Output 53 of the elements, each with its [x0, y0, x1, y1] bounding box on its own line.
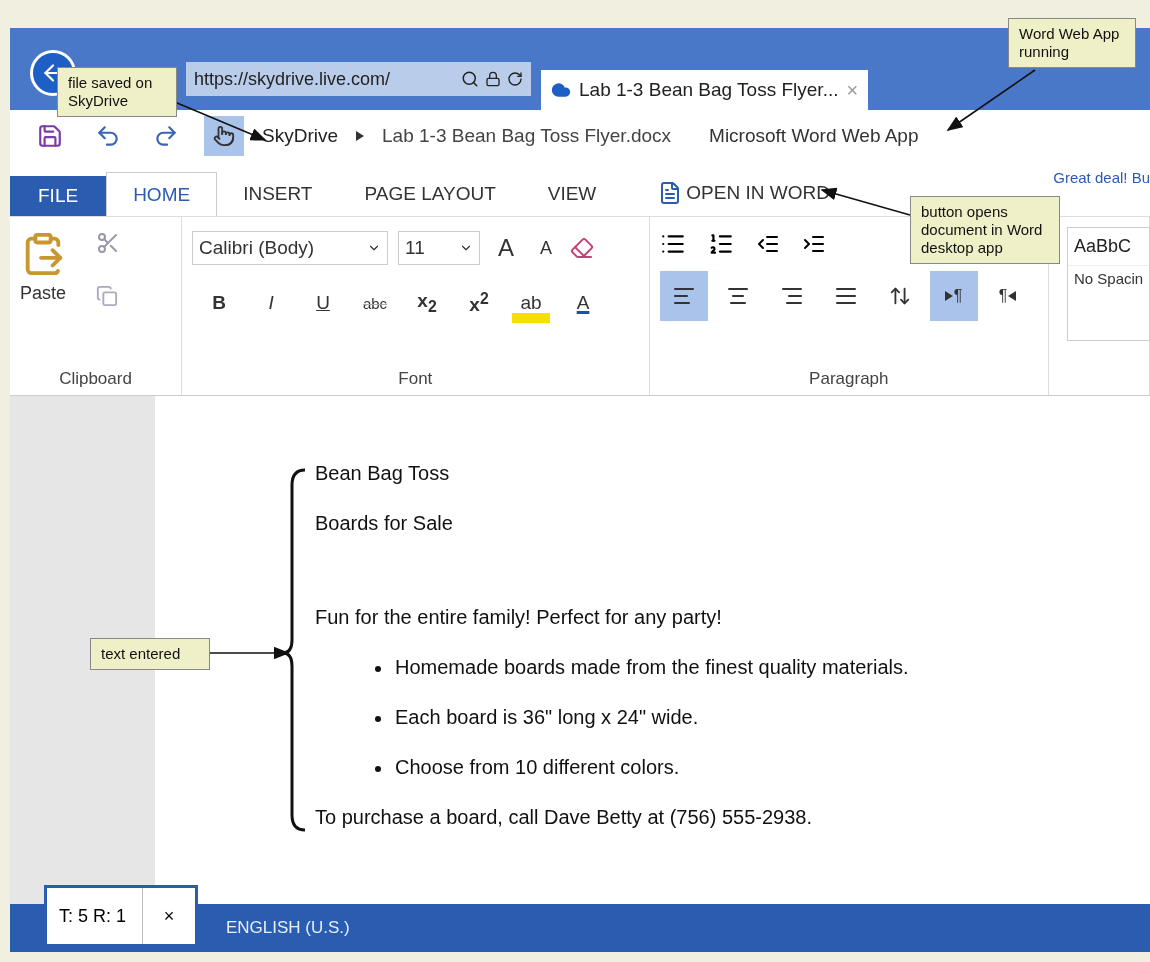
paste-button[interactable]: Paste	[20, 231, 67, 369]
right-triangle-icon	[944, 291, 953, 301]
language-status: ENGLISH (U.S.)	[226, 918, 350, 938]
group-label: Font	[397, 369, 434, 390]
hand-pointer-icon	[213, 125, 235, 147]
format-button[interactable]: x$^{2}$	[460, 283, 498, 323]
touch-mode-button[interactable]	[204, 116, 244, 156]
breadcrumb-link[interactable]: SkyDrive	[262, 125, 338, 147]
font-size-dropdown[interactable]: 11	[398, 231, 480, 265]
group-label: Paragraph	[808, 369, 890, 390]
app-name: Microsoft Word Web App	[709, 125, 919, 147]
format-button[interactable]: U	[304, 283, 342, 323]
bullet-item: Each board is 36" long x 24" wide.	[315, 706, 1150, 756]
redo-icon	[153, 123, 179, 149]
format-button[interactable]: I	[252, 283, 290, 323]
document-text: To purchase a board, call Dave Betty at (756) 555-2938.	[315, 806, 813, 830]
shrink-font-button[interactable]: A	[532, 237, 561, 259]
group-label: Clipboard	[58, 369, 133, 390]
search-icon	[461, 70, 479, 88]
left-triangle-icon	[1008, 291, 1017, 301]
undo-icon	[95, 123, 121, 149]
align-button[interactable]	[659, 271, 708, 321]
bullet-item: Choose from 10 different colors.	[315, 756, 1150, 806]
bullet-item: Homemade boards made from the finest quality materials.	[315, 656, 1150, 706]
document-text: Boards for Sale	[315, 512, 454, 536]
grow-font-button[interactable]: A	[490, 234, 523, 262]
callout-note: file saved on SkyDrive	[57, 67, 177, 117]
format-button[interactable]: x$_{2}$	[408, 283, 446, 323]
format-button[interactable]: A	[564, 283, 602, 323]
text-direction-button[interactable]: ¶	[929, 271, 978, 321]
refresh-icon[interactable]	[507, 71, 523, 87]
cloud-icon	[551, 80, 571, 100]
document-text: Fun for the entire family! Perfect for any party!	[315, 606, 723, 630]
document-text: Bean Bag Toss	[315, 462, 451, 486]
ribbon-tab[interactable]: HOME	[106, 172, 218, 216]
open-in-word-button[interactable]: OPEN IN WORD	[652, 180, 836, 206]
lock-icon	[485, 71, 501, 87]
font-name-dropdown[interactable]: Calibri (Body)	[192, 231, 388, 265]
promo-link[interactable]: Great deal! Bu	[1053, 169, 1150, 186]
styles-gallery[interactable]: AaBbC No Spacin	[1067, 227, 1150, 341]
address-bar[interactable]: https://skydrive.live.com/	[186, 62, 531, 96]
format-button[interactable]: B	[200, 283, 238, 323]
callout-note: Word Web App running	[1008, 18, 1136, 68]
eraser-icon[interactable]	[570, 236, 595, 260]
callout-note: text entered	[90, 638, 210, 670]
callout-note: button opens document in Word desktop app	[910, 196, 1060, 264]
text-direction-button[interactable]: ¶	[983, 271, 1032, 321]
ribbon-tab[interactable]: FILE	[10, 176, 107, 216]
right-triangle-icon	[356, 131, 364, 141]
up-down-arrow-icon	[888, 285, 911, 307]
browser-tab[interactable]: Lab 1-3 Bean Bag Toss Flyer... ×	[541, 70, 869, 110]
breadcrumb-link[interactable]: Lab 1-3 Bean Bag Toss Flyer.docx	[382, 125, 672, 147]
save-icon	[37, 123, 63, 149]
